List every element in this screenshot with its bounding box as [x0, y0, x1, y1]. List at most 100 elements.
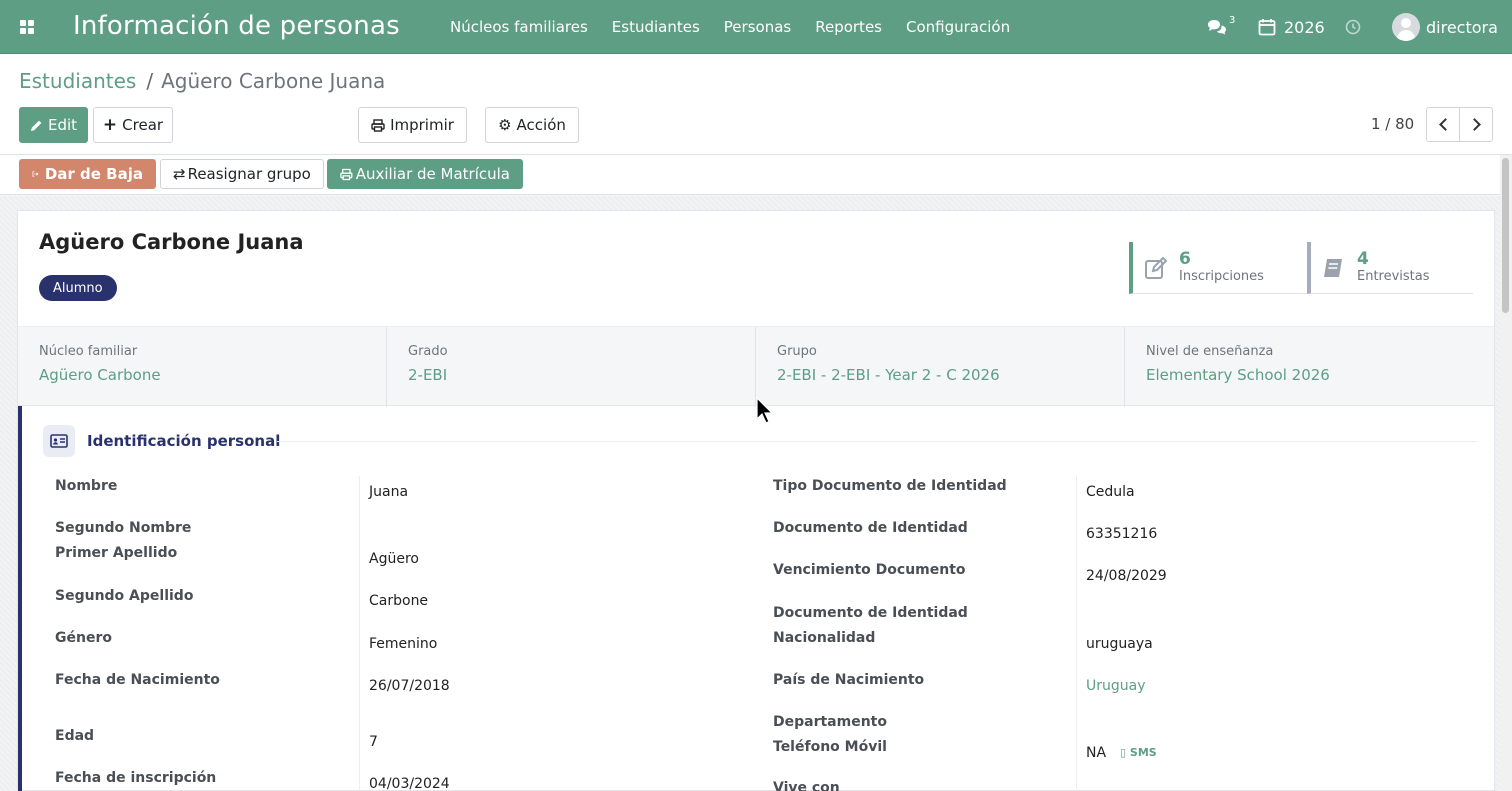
family-nucleus-cell: Núcleo familiar Agüero Carbone — [18, 327, 387, 407]
edit-button-label: Edit — [47, 116, 78, 134]
breadcrumb-current: Agüero Carbone Juana — [161, 69, 386, 93]
record-title: Agüero Carbone Juana — [39, 230, 304, 254]
chevron-right-icon — [1467, 118, 1481, 131]
field-value-pais-nacimiento[interactable]: Uruguay — [1086, 678, 1146, 694]
field-label-genero: Género — [55, 630, 112, 646]
app-title: Información de personas — [73, 11, 400, 41]
section-title: Identificación personal — [87, 432, 281, 450]
user-menu[interactable]: directora — [1392, 0, 1498, 54]
menu-item-reportes[interactable]: Reportes — [815, 18, 882, 36]
field-label-nacionalidad: Nacionalidad — [773, 630, 876, 646]
group-cell: Grupo 2-EBI - 2-EBI - Year 2 - C 2026 — [756, 327, 1125, 407]
sms-button-label: SMS — [1129, 746, 1157, 759]
field-label-edad: Edad — [55, 728, 95, 744]
field-value-tipo-documento: Cedula — [1086, 484, 1135, 500]
group-label: Grupo — [777, 344, 817, 359]
sms-button[interactable]: ▯ SMS — [1120, 746, 1157, 759]
scrollbar-thumb[interactable] — [1502, 158, 1509, 313]
book-icon — [1324, 258, 1342, 277]
right-column-divider — [1076, 476, 1077, 791]
teaching-level-label: Nivel de enseñanza — [1146, 344, 1274, 359]
grade-link[interactable]: 2-EBI — [408, 366, 447, 384]
field-value-genero: Femenino — [369, 636, 438, 652]
top-navbar: Información de personas Núcleos familiar… — [0, 0, 1512, 54]
print-button[interactable]: Imprimir — [358, 107, 467, 143]
field-label-fecha-inscripcion: Fecha de inscripción — [55, 770, 217, 786]
action-button-label: Acción — [516, 116, 566, 134]
page-scrollbar[interactable] — [1500, 155, 1512, 791]
chat-icon — [1208, 20, 1226, 35]
user-name: directora — [1426, 17, 1498, 37]
student-tag: Alumno — [39, 275, 117, 301]
create-button[interactable]: + Crear — [93, 107, 173, 143]
enrollments-label: Inscripciones — [1179, 269, 1264, 284]
edit-button[interactable]: Edit — [19, 107, 88, 143]
printer-icon — [371, 118, 385, 132]
field-value-edad: 7 — [369, 734, 378, 750]
year-label: 2026 — [1284, 17, 1325, 37]
apps-menu-icon[interactable] — [20, 20, 34, 34]
chevron-left-icon — [1438, 118, 1452, 131]
summary-band: Núcleo familiar Agüero Carbone Grado 2-E… — [18, 326, 1494, 407]
field-label-primer-apellido: Primer Apellido — [55, 545, 178, 561]
exchange-icon: ⇄ — [173, 165, 186, 183]
control-panel: Estudiantes / Agüero Carbone Juana Edit … — [0, 54, 1512, 155]
group-link[interactable]: 2-EBI - 2-EBI - Year 2 - C 2026 — [777, 366, 1000, 384]
sign-out-icon — [32, 171, 39, 177]
menu-item-estudiantes[interactable]: Estudiantes — [612, 18, 700, 36]
field-value-nombre: Juana — [369, 484, 409, 500]
interviews-label: Entrevistas — [1357, 269, 1430, 284]
interviews-smart-button[interactable]: 4 Entrevistas — [1307, 242, 1473, 294]
field-value-vencimiento: 24/08/2029 — [1086, 568, 1167, 584]
unsubscribe-button[interactable]: Dar de Baja — [19, 159, 156, 189]
field-label-nombre: Nombre — [55, 478, 118, 494]
field-label-telefono-movil: Teléfono Móvil — [773, 739, 887, 755]
family-nucleus-link[interactable]: Agüero Carbone — [39, 366, 161, 384]
clock-icon — [1345, 19, 1361, 35]
reassign-group-button-label: Reasignar grupo — [187, 165, 311, 183]
reassign-group-button[interactable]: ⇄ Reasignar grupo — [160, 159, 324, 189]
mouse-cursor-icon — [756, 397, 774, 424]
gear-icon: ⚙ — [498, 116, 512, 134]
pager-previous-button[interactable] — [1426, 107, 1460, 142]
user-avatar — [1392, 13, 1420, 41]
field-value-fecha-nacimiento: 26/07/2018 — [369, 678, 450, 694]
section-header: Identificación personal — [43, 425, 280, 457]
field-label-segundo-nombre: Segundo Nombre — [55, 520, 192, 536]
field-label-documento: Documento de Identidad — [773, 520, 968, 536]
action-button[interactable]: ⚙ Acción — [485, 107, 579, 143]
print-button-label: Imprimir — [390, 116, 454, 134]
enrollments-smart-button[interactable]: 6 Inscripciones — [1129, 242, 1307, 294]
grade-label: Grado — [408, 344, 448, 359]
field-value-fecha-inscripcion: 04/03/2024 — [369, 776, 450, 791]
calendar-icon — [1258, 19, 1276, 36]
menu-item-configuracion[interactable]: Configuración — [906, 18, 1010, 36]
section-divider — [277, 441, 1477, 442]
field-label-vencimiento: Vencimiento Documento — [773, 562, 966, 578]
menu-item-personas[interactable]: Personas — [724, 18, 791, 36]
create-button-label: Crear — [122, 116, 164, 134]
chat-systray[interactable]: 3 — [1207, 0, 1235, 54]
unsubscribe-button-label: Dar de Baja — [44, 165, 143, 183]
year-selector[interactable]: 2026 — [1258, 0, 1325, 54]
family-nucleus-label: Núcleo familiar — [39, 344, 138, 359]
main-menu: Núcleos familiares Estudiantes Personas … — [450, 18, 1034, 36]
activity-systray[interactable] — [1345, 0, 1361, 54]
teaching-level-cell: Nivel de enseñanza Elementary School 202… — [1125, 327, 1494, 407]
field-label-fecha-nacimiento: Fecha de Nacimiento — [55, 672, 220, 688]
interviews-count: 4 — [1357, 249, 1369, 269]
personal-identification-section: Identificación personal — [18, 406, 1494, 791]
menu-item-nucleos[interactable]: Núcleos familiares — [450, 18, 588, 36]
plus-icon: + — [102, 115, 118, 135]
pager-next-button[interactable] — [1459, 107, 1493, 142]
breadcrumb-parent-link[interactable]: Estudiantes — [19, 69, 136, 93]
grade-cell: Grado 2-EBI — [387, 327, 756, 407]
pager-value[interactable]: 1 / 80 — [1371, 115, 1414, 133]
field-label-departamento: Departamento — [773, 714, 887, 730]
field-value-telefono-movil: NA — [1086, 745, 1107, 761]
pencil-icon — [30, 120, 42, 131]
breadcrumb: Estudiantes / Agüero Carbone Juana — [19, 69, 385, 93]
teaching-level-link[interactable]: Elementary School 2026 — [1146, 366, 1330, 384]
enrollment-aux-button[interactable]: Auxiliar de Matrícula — [327, 159, 523, 189]
left-column-divider — [359, 476, 360, 791]
